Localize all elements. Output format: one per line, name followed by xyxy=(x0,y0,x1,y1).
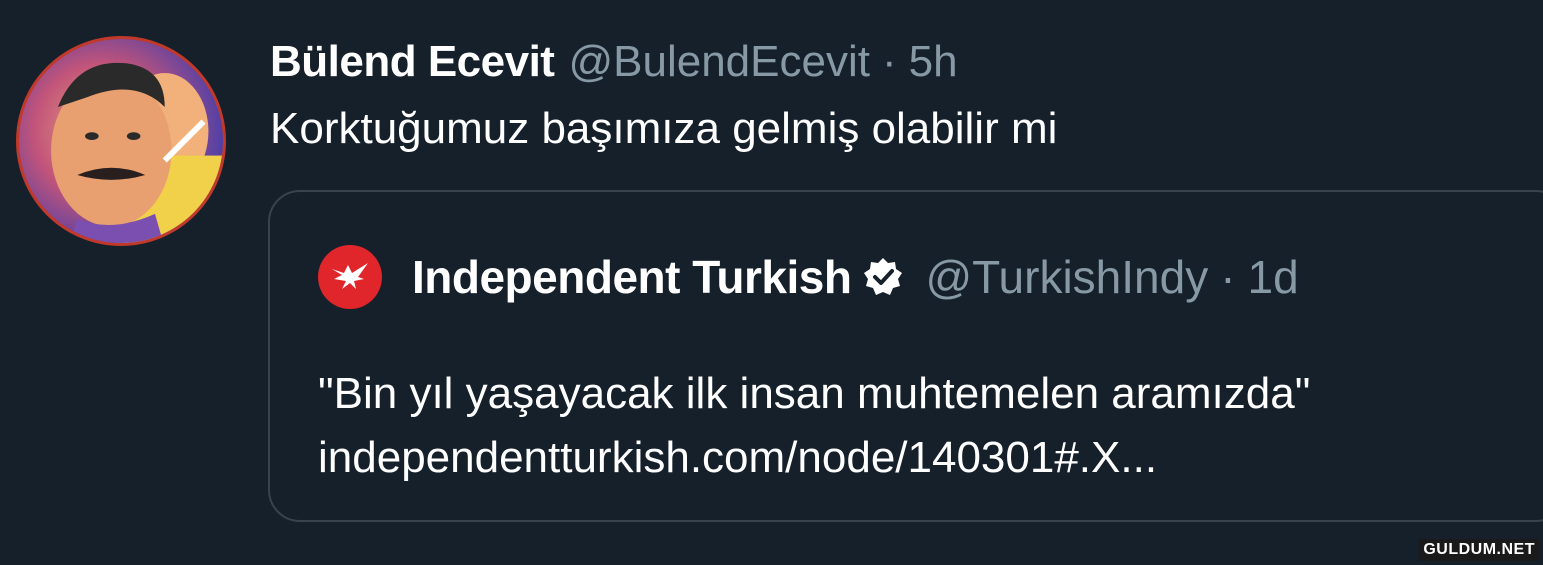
quoted-display-name[interactable]: Independent Turkish xyxy=(412,250,852,304)
eagle-icon xyxy=(332,263,368,289)
quoted-separator-dot: · xyxy=(1220,251,1236,303)
quoted-user-handle[interactable]: @TurkishIndy xyxy=(925,250,1208,304)
tweet-timestamp[interactable]: 5h xyxy=(909,37,958,87)
eagle-logo-icon[interactable] xyxy=(318,245,382,309)
tweet-screenshot: Bülend Ecevit @BulendEcevit · 5h Korktuğ… xyxy=(0,0,1543,565)
quoted-text-line-1: "Bin yıl yaşayacak ilk insan muhtemelen … xyxy=(318,369,1311,418)
profile-avatar[interactable] xyxy=(16,36,226,246)
tweet-header: Bülend Ecevit @BulendEcevit · 5h xyxy=(270,32,958,92)
quoted-link[interactable]: independentturkish.com/node/140301#.X... xyxy=(318,426,1310,490)
tweet-text: Korktuğumuz başımıza gelmiş olabilir mi xyxy=(270,104,1058,153)
quoted-tweet-card[interactable]: Independent Turkish @TurkishIndy · 1d "B… xyxy=(268,190,1543,522)
verified-badge-icon xyxy=(861,255,905,299)
quoted-tweet-text: "Bin yıl yaşayacak ilk insan muhtemelen … xyxy=(318,362,1310,490)
display-name[interactable]: Bülend Ecevit xyxy=(270,37,555,87)
user-handle[interactable]: @BulendEcevit xyxy=(568,37,870,87)
site-watermark: GULDUM.NET xyxy=(1419,539,1539,561)
avatar-illustration-icon xyxy=(51,62,223,243)
quoted-tweet-timestamp[interactable]: 1d xyxy=(1248,250,1299,304)
separator-dot: · xyxy=(881,37,897,86)
quoted-tweet-header: Independent Turkish @TurkishIndy · 1d xyxy=(318,242,1299,312)
